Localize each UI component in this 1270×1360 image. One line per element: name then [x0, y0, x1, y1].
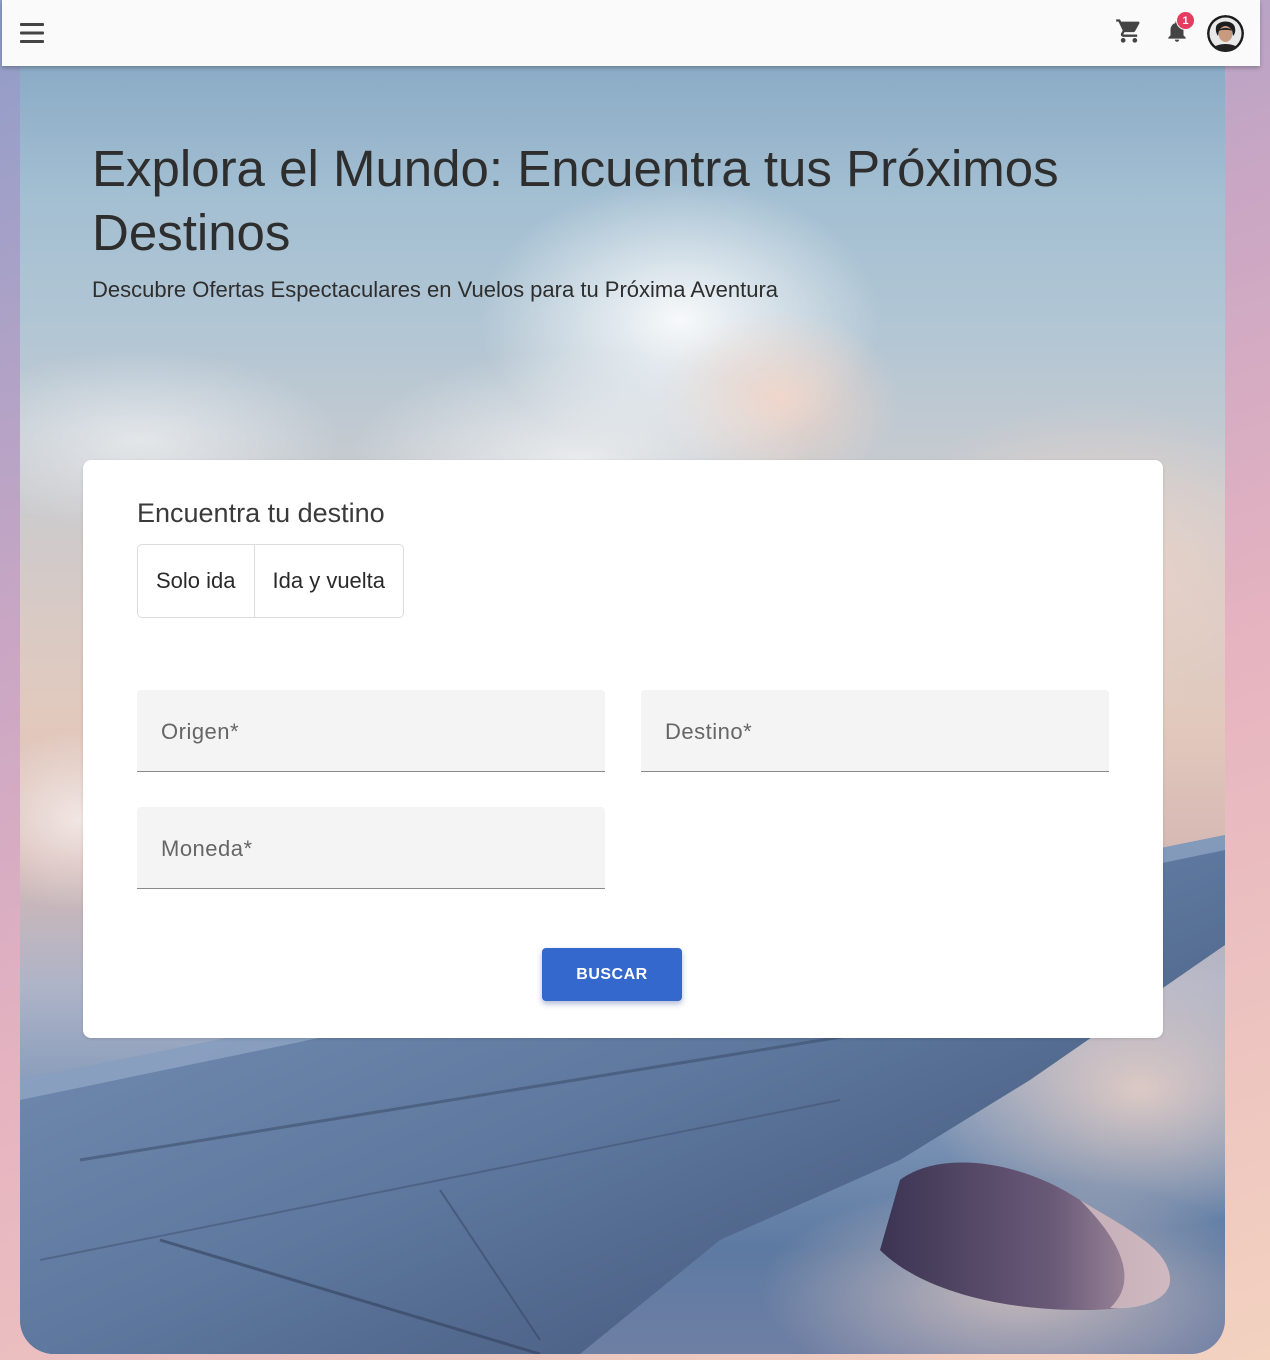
trip-type-toggle: Solo ida Ida y vuelta — [137, 544, 405, 618]
origin-label: Origen* — [161, 719, 240, 744]
search-card-title: Encuentra tu destino — [137, 498, 385, 528]
notification-badge: 1 — [1176, 11, 1195, 30]
hero-title: Explora el Mundo: Encuentra tus Próximos… — [92, 140, 1059, 261]
currency-label: Moneda* — [161, 836, 253, 861]
cart-icon — [1115, 17, 1143, 50]
user-avatar[interactable] — [1207, 14, 1244, 52]
menu-icon[interactable] — [18, 19, 46, 47]
currency-field[interactable]: Moneda* — [137, 807, 605, 889]
hero-subtitle: Descubre Ofertas Espectaculares en Vuelo… — [92, 277, 779, 302]
destination-field[interactable]: Destino* — [641, 690, 1109, 772]
search-button[interactable]: BUSCAR — [542, 948, 682, 1001]
trip-type-one-way[interactable]: Solo ida — [138, 545, 254, 617]
cart-button[interactable] — [1111, 15, 1147, 51]
topbar-actions: 1 — [1099, 11, 1244, 52]
notifications-button[interactable]: 1 — [1159, 11, 1195, 51]
flight-search-card: Encuentra tu destino Solo ida Ida y vuel… — [83, 460, 1163, 1038]
top-app-bar: 1 — [2, 0, 1260, 66]
origin-field[interactable]: Origen* — [137, 690, 605, 772]
destination-label: Destino* — [665, 719, 753, 744]
trip-type-round-trip[interactable]: Ida y vuelta — [253, 545, 404, 617]
